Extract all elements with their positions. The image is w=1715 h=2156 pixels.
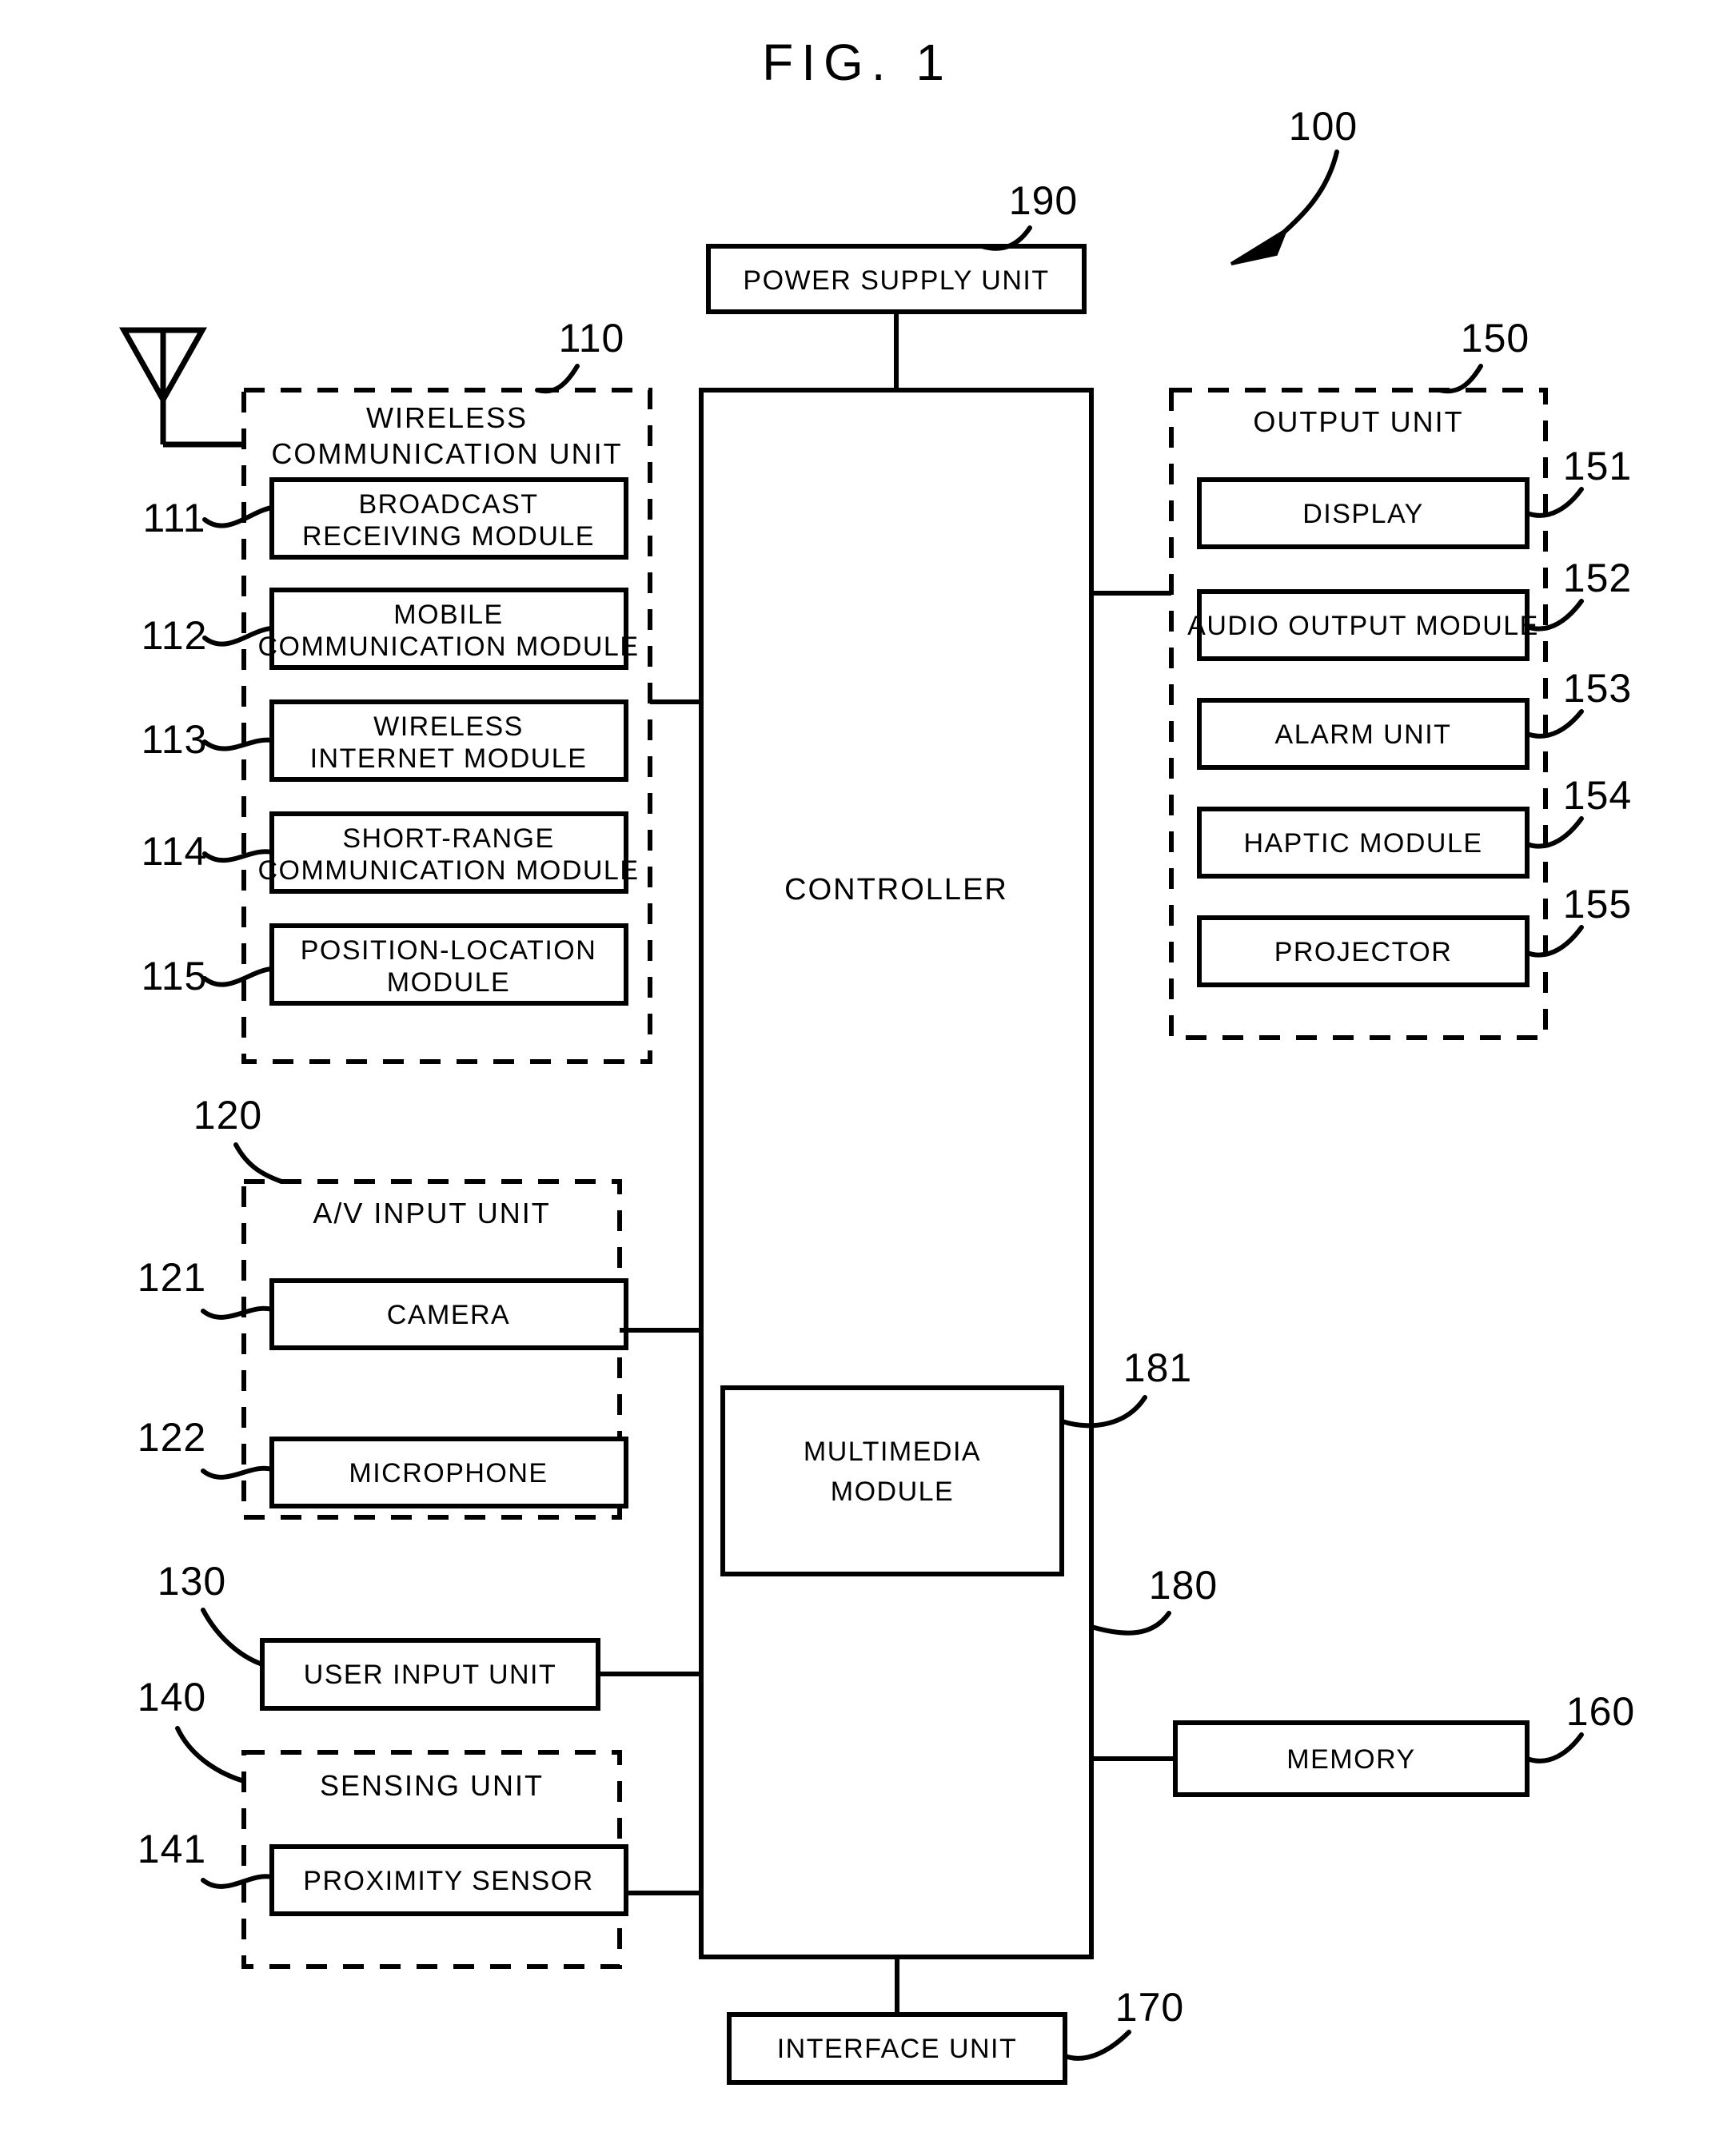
multimedia-module-label-line2: MODULE — [831, 1477, 954, 1507]
ref-number-121: 121 — [138, 1255, 206, 1300]
mobile-communication-module-label-line1: MOBILE — [393, 600, 503, 630]
block-diagram: FIG. 1 100 POWER SUPPLY UNIT 190 CONTROL… — [119, 34, 1635, 2085]
leader-line-150 — [1437, 364, 1483, 394]
ref-number-130: 130 — [158, 1559, 226, 1604]
audio-output-module-label: AUDIO OUTPUT MODULE — [1187, 611, 1539, 641]
ref-number-150: 150 — [1461, 316, 1530, 361]
leader-line-180 — [1089, 1611, 1171, 1636]
ref-number-160: 160 — [1566, 1689, 1635, 1734]
leader-line-155 — [1525, 925, 1584, 958]
projector-label: PROJECTOR — [1274, 937, 1453, 967]
ref-number-155: 155 — [1563, 882, 1632, 927]
controller-box[interactable] — [699, 388, 1094, 1959]
position-location-module-label-line1: POSITION-LOCATION — [301, 935, 597, 966]
haptic-module-label: HAPTIC MODULE — [1243, 828, 1482, 859]
controller-label: CONTROLLER — [784, 873, 1008, 907]
curved-arrow-icon — [1273, 149, 1339, 242]
ref-number-152: 152 — [1563, 556, 1632, 600]
microphone-label: MICROPHONE — [349, 1458, 548, 1488]
ref-number-114: 114 — [142, 829, 208, 874]
leader-line-110 — [535, 364, 580, 394]
ref-number-112: 112 — [142, 613, 208, 658]
broadcast-receiving-module-label-line2: RECEIVING MODULE — [302, 521, 595, 552]
leader-line-122 — [201, 1465, 274, 1480]
camera-label: CAMERA — [387, 1300, 510, 1330]
leader-line-115 — [202, 966, 274, 987]
interface-unit-label: INTERFACE UNIT — [777, 2034, 1018, 2064]
patent-figure-page: FIG. 1 100 POWER SUPPLY UNIT 190 CONTROL… — [0, 0, 1715, 2156]
wireless-internet-module-label-line1: WIRELESS — [373, 711, 524, 742]
leader-line-120 — [233, 1142, 284, 1184]
ref-number-151: 151 — [1563, 444, 1632, 488]
wireless-communication-unit-title-line1: WIRELESS — [366, 401, 528, 434]
broadcast-receiving-module-label-line1: BROADCAST — [358, 489, 538, 520]
ref-number-122: 122 — [138, 1415, 206, 1460]
display-label: DISPLAY — [1302, 499, 1424, 529]
ref-number-111: 111 — [142, 496, 205, 540]
wireless-communication-unit-title-line2: COMMUNICATION UNIT — [271, 437, 622, 470]
figure-title: FIG. 1 — [762, 34, 952, 91]
leader-line-140 — [175, 1726, 246, 1783]
av-input-unit-title: A/V INPUT UNIT — [313, 1197, 550, 1229]
ref-number-100: 100 — [1289, 104, 1358, 149]
sensing-unit-title: SENSING UNIT — [320, 1769, 544, 1802]
alarm-unit-label: ALARM UNIT — [1275, 719, 1452, 750]
wireless-internet-module-label-line2: INTERNET MODULE — [310, 743, 588, 774]
leader-line-121 — [201, 1305, 274, 1320]
leader-line-154 — [1525, 816, 1584, 849]
ref-number-153: 153 — [1563, 666, 1632, 711]
leader-line-130 — [201, 1608, 265, 1667]
leader-line-170 — [1063, 2030, 1131, 2061]
user-input-unit-label: USER INPUT UNIT — [304, 1660, 557, 1690]
ref-number-180: 180 — [1149, 1563, 1218, 1608]
proximity-sensor-text: PROXIMITY SENSOR — [303, 1866, 593, 1896]
ref-number-141: 141 — [138, 1827, 206, 1871]
short-range-communication-module-label-line1: SHORT-RANGE — [342, 823, 554, 854]
mobile-communication-module-label-line2: COMMUNICATION MODULE — [257, 632, 639, 662]
ref-number-113: 113 — [142, 717, 208, 762]
short-range-communication-module-label-line2: COMMUNICATION MODULE — [257, 855, 639, 886]
ref-number-170: 170 — [1115, 1985, 1184, 2030]
ref-number-110: 110 — [559, 316, 625, 361]
ref-number-120: 120 — [193, 1093, 262, 1138]
ref-number-181: 181 — [1123, 1345, 1192, 1390]
antenna-icon — [119, 327, 245, 448]
memory-label: MEMORY — [1286, 1744, 1415, 1775]
multimedia-module-label-line1: MULTIMEDIA — [804, 1437, 981, 1467]
leader-line-151 — [1525, 487, 1584, 518]
position-location-module-label-line2: MODULE — [387, 967, 510, 998]
leader-line-160 — [1525, 1732, 1584, 1763]
ref-number-115: 115 — [142, 954, 208, 998]
leader-line-113 — [202, 737, 274, 751]
leader-line-153 — [1525, 709, 1584, 739]
ref-number-154: 154 — [1563, 773, 1632, 818]
power-supply-unit-label: POWER SUPPLY UNIT — [743, 265, 1049, 296]
ref-number-140: 140 — [138, 1675, 206, 1720]
output-unit-title: OUTPUT UNIT — [1253, 405, 1463, 438]
ref-number-190: 190 — [1009, 178, 1078, 223]
leader-line-111 — [202, 505, 274, 528]
leader-line-141 — [201, 1874, 274, 1889]
arrow-head-icon — [1230, 226, 1290, 265]
